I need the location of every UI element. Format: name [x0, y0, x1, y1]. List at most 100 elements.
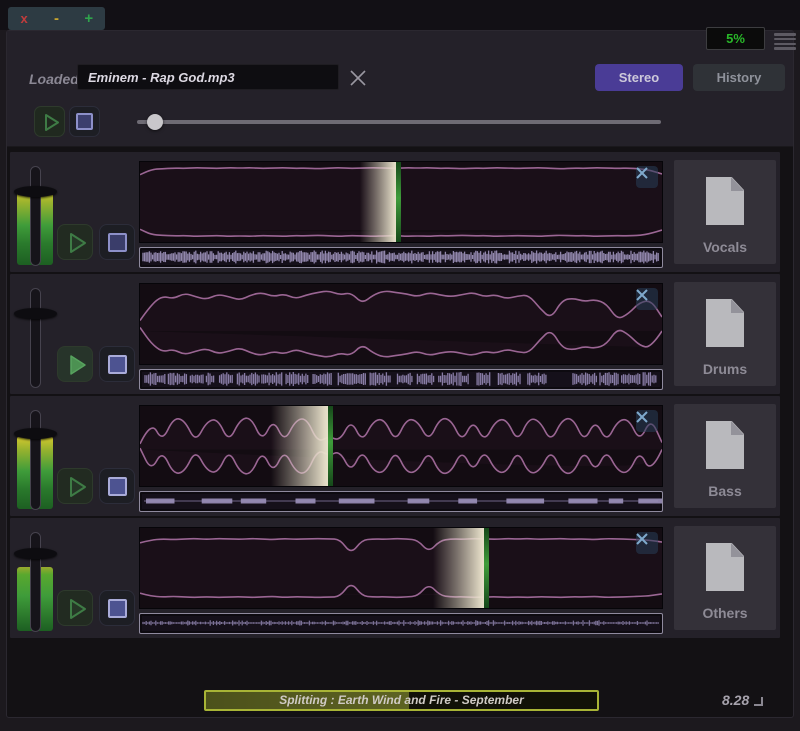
stem-splitter-app: x - + 5% Loaded Stereo History: [0, 0, 800, 731]
playhead-line: [396, 162, 401, 242]
mini-seek-strip[interactable]: [139, 247, 663, 268]
play-icon: [58, 591, 94, 627]
track-play-button[interactable]: [57, 590, 93, 626]
window-title-bar: x - +: [0, 0, 800, 30]
track-play-button[interactable]: [57, 346, 93, 382]
waveform-display[interactable]: [139, 405, 663, 487]
playhead-line: [328, 406, 333, 486]
window-close-button[interactable]: x: [17, 12, 31, 25]
track-stop-button[interactable]: [99, 590, 135, 626]
track-stop-button[interactable]: [99, 224, 135, 260]
waveform-envelope: [140, 407, 662, 485]
master-stop-button[interactable]: [69, 106, 100, 137]
track-stop-button[interactable]: [99, 468, 135, 504]
remove-stem-button[interactable]: [636, 288, 658, 310]
split-progress-badge: 5%: [706, 27, 765, 50]
fader-handle[interactable]: [14, 186, 57, 197]
fader-handle[interactable]: [14, 428, 57, 439]
remove-stem-button[interactable]: [636, 410, 658, 432]
window-maximize-button[interactable]: +: [82, 12, 96, 25]
master-play-button[interactable]: [34, 106, 65, 137]
window-controls: x - +: [8, 7, 105, 30]
clear-file-icon[interactable]: [346, 66, 370, 90]
time-value: 8.28: [722, 692, 749, 708]
playhead-line: [484, 528, 489, 608]
volume-fader[interactable]: [14, 400, 60, 512]
remove-stem-button[interactable]: [636, 166, 658, 188]
track-row-vocals: Vocals: [10, 152, 780, 272]
filename-input[interactable]: [77, 64, 339, 90]
stem-file-panel[interactable]: Others: [674, 526, 776, 630]
file-icon: [706, 543, 744, 591]
playhead-highlight: [360, 162, 397, 242]
volume-fader[interactable]: [14, 156, 60, 268]
seek-slider[interactable]: [137, 109, 669, 135]
stop-icon: [108, 599, 127, 618]
waveform-display[interactable]: [139, 161, 663, 243]
close-icon: [636, 411, 648, 423]
file-icon: [706, 177, 744, 225]
time-display: 8.28: [722, 692, 792, 708]
track-play-button[interactable]: [57, 468, 93, 504]
waveform-display[interactable]: [139, 527, 663, 609]
waveform-envelope: [140, 163, 662, 241]
fader-handle[interactable]: [14, 548, 57, 559]
fader-track[interactable]: [30, 410, 41, 510]
splitting-status-text: Splitting : Earth Wind and Fire - Septem…: [206, 692, 597, 709]
mini-waveform: [140, 614, 662, 632]
stem-label: Others: [674, 605, 776, 621]
close-icon: [636, 533, 648, 545]
file-icon: [706, 299, 744, 347]
close-icon: [636, 167, 648, 179]
menu-icon[interactable]: [773, 32, 797, 51]
mini-seek-strip[interactable]: [139, 613, 663, 634]
stop-icon: [108, 477, 127, 496]
track-row-drums: Drums: [10, 274, 780, 394]
track-play-button[interactable]: [57, 224, 93, 260]
waveform-envelope: [140, 285, 662, 363]
loop-corner-icon: [754, 697, 763, 706]
mini-waveform: [140, 370, 662, 388]
play-icon: [58, 347, 94, 383]
mini-waveform: [140, 248, 662, 266]
volume-fader[interactable]: [14, 522, 60, 634]
header: 5% Loaded Stereo History: [7, 31, 793, 147]
track-stop-button[interactable]: [99, 346, 135, 382]
loaded-label: Loaded: [29, 71, 79, 87]
play-icon: [58, 225, 94, 261]
play-icon: [35, 107, 66, 138]
play-icon: [58, 469, 94, 505]
splitting-status-bar: Splitting : Earth Wind and Fire - Septem…: [204, 690, 599, 711]
stem-label: Drums: [674, 361, 776, 377]
waveform-envelope: [140, 529, 662, 607]
waveform-display[interactable]: [139, 283, 663, 365]
close-icon: [636, 289, 648, 301]
track-row-others: Others: [10, 518, 780, 638]
remove-stem-button[interactable]: [636, 532, 658, 554]
file-icon: [706, 421, 744, 469]
stem-label: Vocals: [674, 239, 776, 255]
stem-file-panel[interactable]: Bass: [674, 404, 776, 508]
stem-file-panel[interactable]: Vocals: [674, 160, 776, 264]
window-minimize-button[interactable]: -: [49, 12, 63, 25]
stem-label: Bass: [674, 483, 776, 499]
mini-seek-strip[interactable]: [139, 369, 663, 390]
stereo-button[interactable]: Stereo: [595, 64, 683, 91]
playhead-highlight: [433, 528, 485, 608]
fader-track[interactable]: [30, 532, 41, 632]
slider-track[interactable]: [137, 120, 661, 124]
stop-icon: [108, 233, 127, 252]
stop-icon: [76, 113, 93, 130]
fader-handle[interactable]: [14, 308, 57, 319]
volume-fader[interactable]: [14, 278, 60, 390]
slider-thumb[interactable]: [147, 114, 163, 130]
playhead-highlight: [271, 406, 329, 486]
fader-track[interactable]: [30, 166, 41, 266]
stop-icon: [108, 355, 127, 374]
history-button[interactable]: History: [693, 64, 785, 91]
mini-waveform: [140, 492, 662, 510]
mini-seek-strip[interactable]: [139, 491, 663, 512]
stem-file-panel[interactable]: Drums: [674, 282, 776, 386]
track-row-bass: Bass: [10, 396, 780, 516]
fader-track[interactable]: [30, 288, 41, 388]
